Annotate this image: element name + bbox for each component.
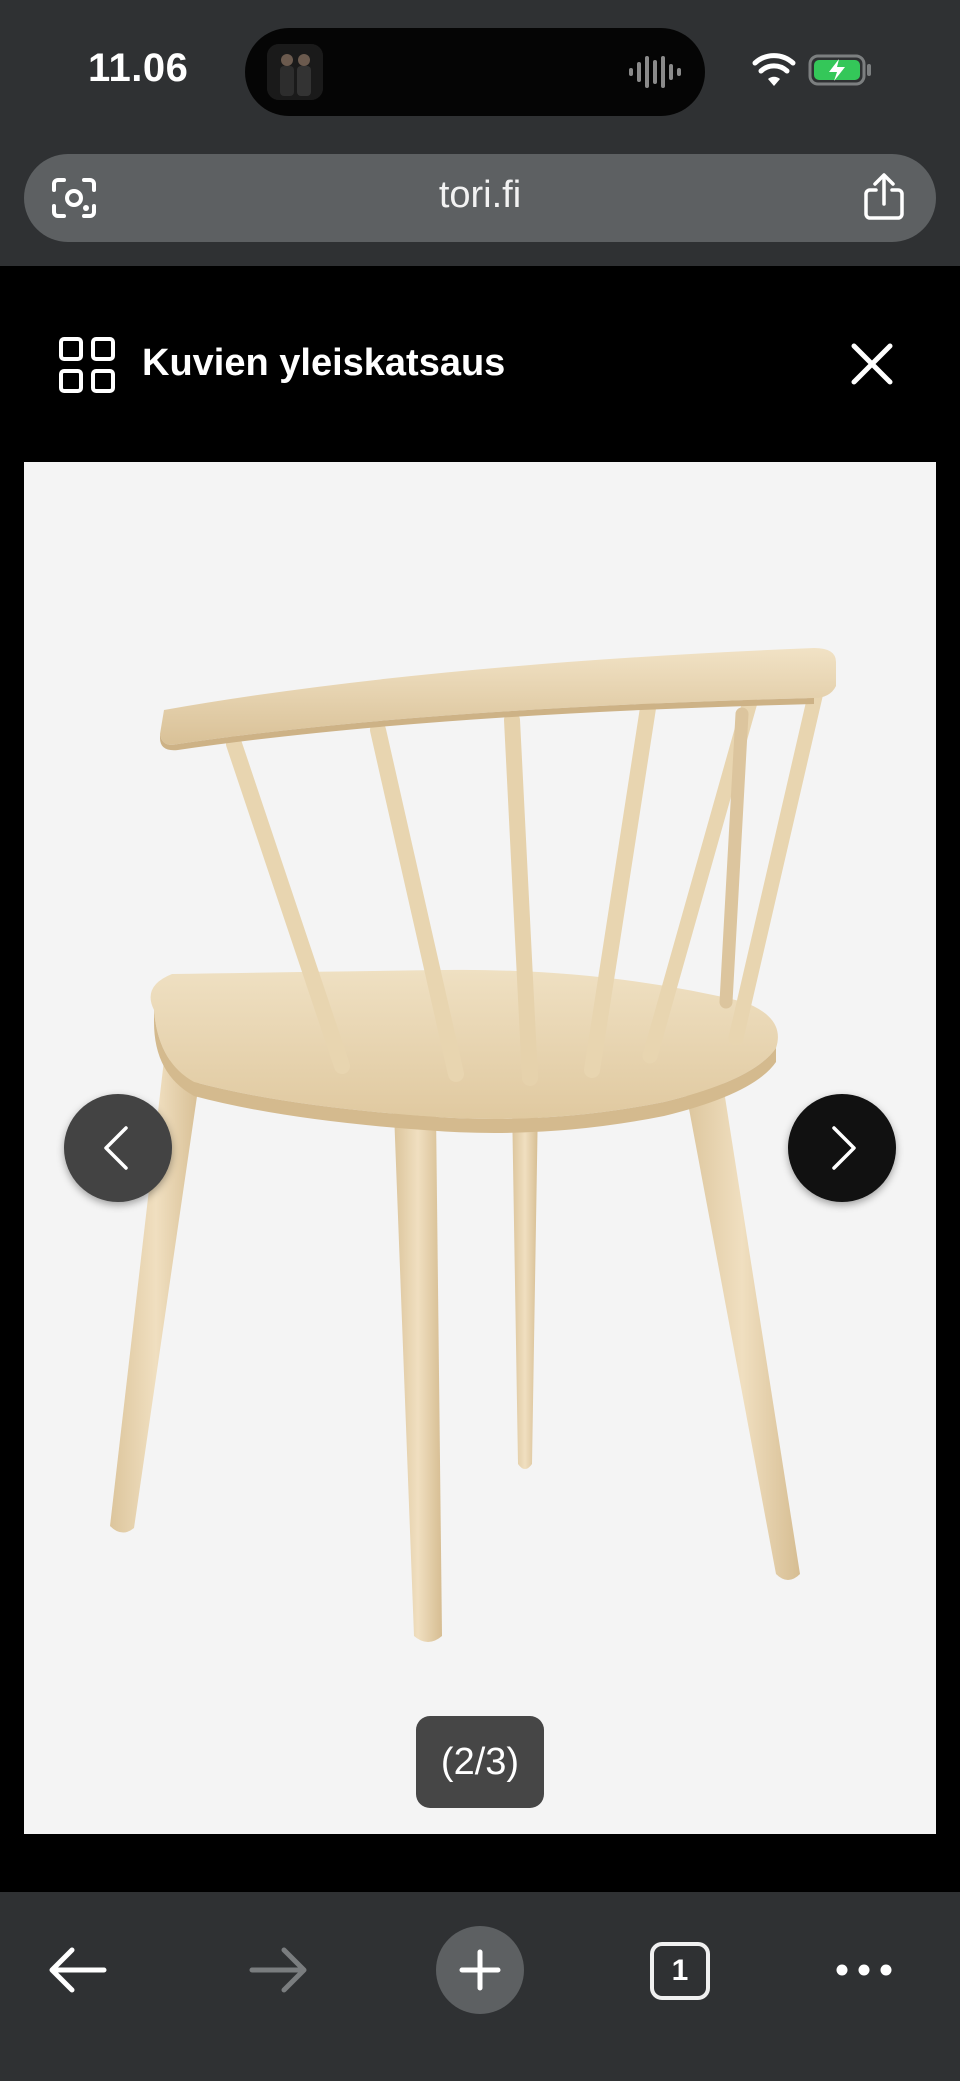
chevron-right-icon xyxy=(832,1126,856,1170)
browser-bottom-toolbar: 1 xyxy=(0,1892,960,2081)
image-gallery: Kuvien yleiskatsaus (2/3) xyxy=(0,266,960,1892)
previous-image-button[interactable] xyxy=(64,1094,172,1202)
grid-icon[interactable] xyxy=(58,336,116,394)
close-icon[interactable] xyxy=(848,340,896,388)
address-bar[interactable]: tori.fi xyxy=(24,154,936,242)
forward-arrow-icon[interactable] xyxy=(248,1944,310,1996)
battery-charging-icon xyxy=(808,54,871,86)
url-text[interactable]: tori.fi xyxy=(24,174,936,217)
gallery-title[interactable]: Kuvien yleiskatsaus xyxy=(142,342,505,385)
image-counter: (2/3) xyxy=(416,1716,544,1808)
gallery-header: Kuvien yleiskatsaus xyxy=(0,266,960,462)
tabs-button[interactable]: 1 xyxy=(650,1942,710,2000)
next-image-button[interactable] xyxy=(788,1094,896,1202)
audio-waveform-icon xyxy=(629,56,681,88)
status-bar: 11.06 xyxy=(0,0,960,140)
wifi-icon xyxy=(752,53,796,86)
plus-icon xyxy=(459,1949,501,1991)
browser-top-bar: tori.fi xyxy=(0,140,960,266)
dynamic-island[interactable] xyxy=(245,28,705,116)
chevron-left-icon xyxy=(104,1126,128,1170)
more-icon[interactable] xyxy=(834,1958,894,1982)
status-time: 11.06 xyxy=(88,46,189,90)
share-icon[interactable] xyxy=(862,172,906,222)
new-tab-button[interactable] xyxy=(436,1926,524,2014)
now-playing-thumbnail xyxy=(267,44,323,100)
back-arrow-icon[interactable] xyxy=(46,1944,108,1996)
photo-frame[interactable]: (2/3) xyxy=(24,462,936,1834)
